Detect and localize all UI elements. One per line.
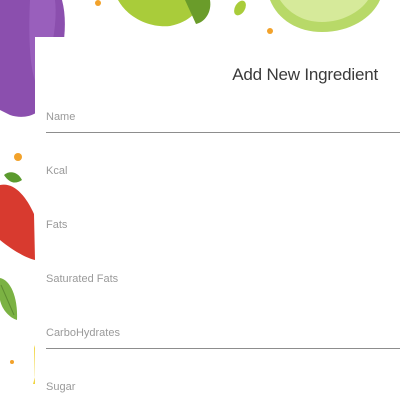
kcal-field[interactable]: Kcal: [46, 163, 400, 187]
form-title: Add New Ingredient: [232, 65, 378, 84]
sugar-field-label: Sugar: [46, 381, 76, 393]
name-field[interactable]: Name: [46, 109, 400, 133]
fats-field[interactable]: Fats: [46, 217, 400, 241]
add-ingredient-form: Add New Ingredient Name Kcal Fats Satura…: [35, 37, 400, 400]
sugar-field[interactable]: Sugar: [46, 379, 400, 403]
carbohydrates-field-underline: [46, 348, 400, 349]
saturated-fats-field-label: Saturated Fats: [46, 273, 119, 285]
carbohydrates-field-label: CarboHydrates: [46, 327, 120, 339]
kcal-field-label: Kcal: [46, 165, 68, 177]
kcal-field-underline: [46, 186, 400, 187]
saturated-fats-field-underline: [46, 294, 400, 295]
name-field-label: Name: [46, 111, 76, 123]
saturated-fats-field[interactable]: Saturated Fats: [46, 271, 400, 295]
fats-field-label: Fats: [46, 219, 68, 231]
chili-illustration: [0, 184, 35, 260]
name-field-underline: [46, 132, 400, 133]
leaf-illustration: [0, 278, 18, 320]
fats-field-underline: [46, 240, 400, 241]
carbohydrates-field[interactable]: CarboHydrates: [46, 325, 400, 349]
